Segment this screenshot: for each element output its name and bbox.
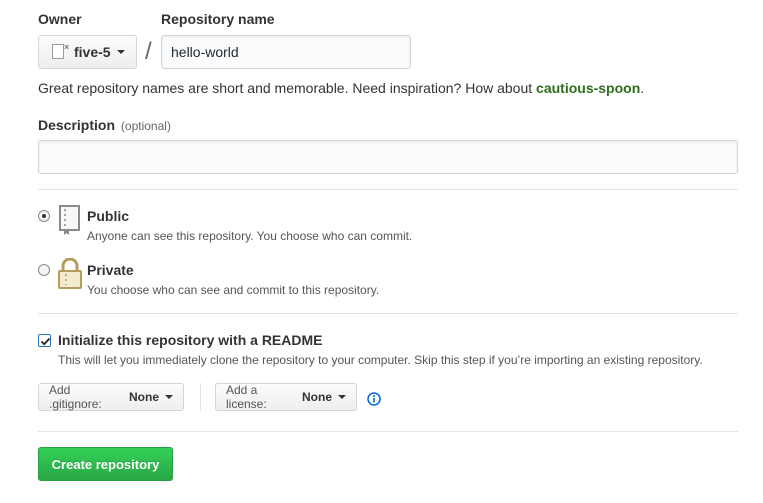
repo-book-icon xyxy=(57,204,83,236)
lock-icon xyxy=(57,257,83,290)
checkmark-icon xyxy=(40,337,51,346)
repository-name-label: Repository name xyxy=(161,11,275,27)
owner-avatar-icon: × xyxy=(50,43,70,61)
name-suggestion-link[interactable]: cautious-spoon xyxy=(536,80,640,96)
repository-name-input[interactable] xyxy=(161,35,411,69)
private-description: You choose who can see and commit to thi… xyxy=(87,283,380,297)
description-label-text: Description xyxy=(38,117,116,133)
create-repository-button[interactable]: Create repository xyxy=(38,447,173,481)
gitignore-label: Add .gitignore: xyxy=(49,383,102,411)
hint-text: Great repository names are short and mem… xyxy=(38,80,537,96)
license-value: None xyxy=(302,390,332,404)
public-radio[interactable] xyxy=(38,210,50,222)
description-label: Description (optional) xyxy=(38,117,171,133)
optional-note: (optional) xyxy=(120,119,171,133)
add-license-button[interactable]: Add a license: None xyxy=(215,383,357,411)
gitignore-value: None xyxy=(129,390,159,404)
vertical-divider xyxy=(200,383,201,411)
hint-suffix: . xyxy=(640,80,645,96)
readme-title: Initialize this repository with a README xyxy=(58,332,323,348)
owner-select-button[interactable]: × five-5 xyxy=(38,35,137,69)
license-label: Add a license: xyxy=(226,383,267,411)
public-title: Public xyxy=(87,208,130,224)
info-icon[interactable] xyxy=(367,392,381,406)
owner-value: five-5 xyxy=(74,44,111,60)
divider xyxy=(38,431,738,432)
divider xyxy=(38,189,738,190)
divider xyxy=(38,313,738,314)
readme-description: This will let you immediately clone the … xyxy=(58,353,703,367)
add-gitignore-button[interactable]: Add .gitignore: None xyxy=(38,383,184,411)
private-radio[interactable] xyxy=(38,264,50,276)
chevron-down-icon xyxy=(165,395,173,399)
public-description: Anyone can see this repository. You choo… xyxy=(87,229,413,243)
chevron-down-icon xyxy=(116,50,125,54)
readme-checkbox[interactable] xyxy=(38,334,51,347)
description-input[interactable] xyxy=(38,140,738,174)
chevron-down-icon xyxy=(338,395,346,399)
repository-name-hint: Great repository names are short and mem… xyxy=(38,80,644,96)
owner-repo-separator: / xyxy=(145,38,152,65)
private-title: Private xyxy=(87,262,134,278)
owner-label: Owner xyxy=(38,11,82,27)
